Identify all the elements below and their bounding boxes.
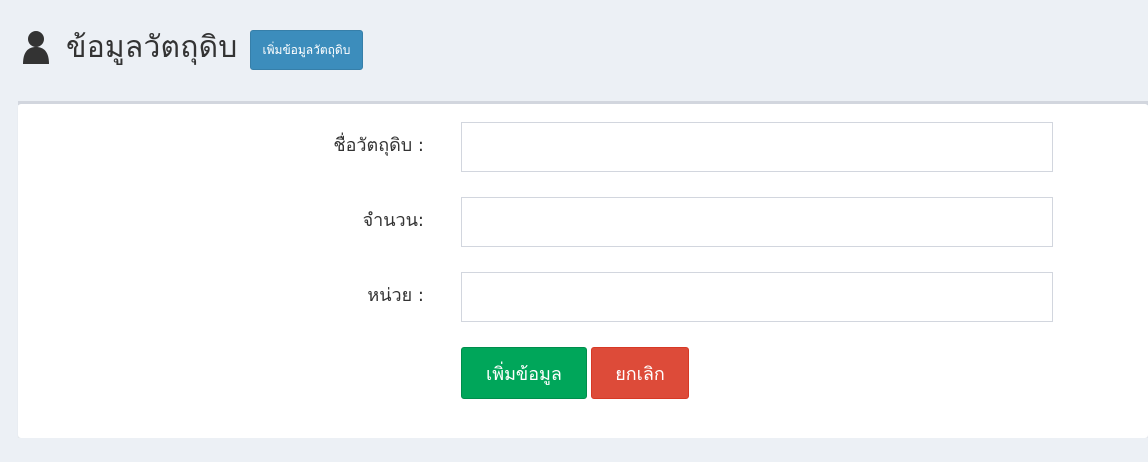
unit-label: หน่วย : xyxy=(367,285,424,306)
unit-row: หน่วย : xyxy=(18,272,1148,322)
material-name-row: ชื่อวัตถุดิบ : xyxy=(18,122,1148,172)
quantity-input[interactable] xyxy=(461,197,1053,247)
save-button[interactable]: เพิ่มข้อมูล xyxy=(461,347,587,399)
page-bottom-band xyxy=(8,438,1148,462)
material-name-input[interactable] xyxy=(461,122,1053,172)
quantity-row: จำนวน: xyxy=(18,197,1148,247)
page: ข้อมูลวัตถุดิบ เพิ่มข้อมูลวัตถุดิบ ชื่อว… xyxy=(8,0,1148,462)
quantity-label: จำนวน: xyxy=(362,210,424,231)
unit-input[interactable] xyxy=(461,272,1053,322)
page-title: ข้อมูลวัตถุดิบ xyxy=(66,30,238,65)
material-name-label: ชื่อวัตถุดิบ : xyxy=(333,135,424,156)
form-panel: ชื่อวัตถุดิบ : จำนวน: หน่วย : เพิ่มข้อมู… xyxy=(18,104,1148,438)
cancel-button[interactable]: ยกเลิก xyxy=(591,347,689,399)
user-icon xyxy=(16,28,56,68)
form-actions: เพิ่มข้อมูล ยกเลิก xyxy=(461,347,689,399)
title-wrap: ข้อมูลวัตถุดิบ เพิ่มข้อมูลวัตถุดิบ xyxy=(16,24,364,72)
add-material-button[interactable]: เพิ่มข้อมูลวัตถุดิบ xyxy=(249,30,364,70)
page-header: ข้อมูลวัตถุดิบ เพิ่มข้อมูลวัตถุดิบ xyxy=(8,0,1148,100)
